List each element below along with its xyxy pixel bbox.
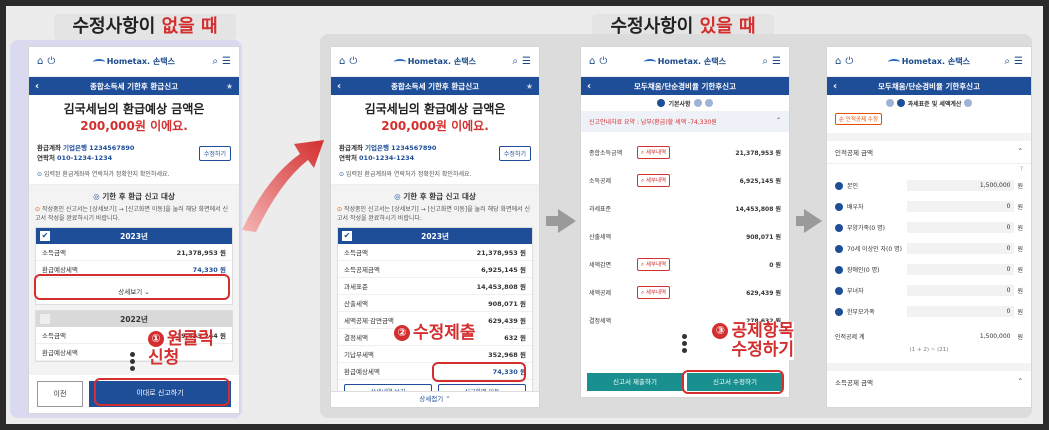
power-icon[interactable]: ⏻	[47, 56, 55, 67]
highlight-detail	[34, 274, 230, 300]
checkbox[interactable]	[40, 314, 50, 324]
top-bar: ⌂ ⏻ Hometax. 손택스 ⌕ ☰	[331, 47, 539, 77]
home-icon[interactable]: ⌂	[835, 56, 841, 67]
home-icon[interactable]: ⌂	[589, 56, 595, 67]
detail-tag[interactable]: ⌕ 세부내역	[637, 285, 671, 299]
power-icon[interactable]: ⏻	[349, 56, 357, 67]
refund-amount: 200,000원 이에요.	[80, 119, 188, 133]
phone-label: 연락처	[37, 154, 55, 162]
ellipsis-1	[130, 350, 136, 373]
personal-deduction-edit-tag[interactable]: 순 인적공제 수정	[835, 113, 882, 125]
red-arrow	[242, 140, 324, 232]
power-icon[interactable]: ⏻	[845, 56, 853, 67]
refund-summary: 김국세님의 환급예상 금액은 200,000원 이에요.	[29, 95, 239, 139]
deduction-rows: 본인 1,500,000 원 배우자 0 원 부양가족(0 명) 0 원 70세 이상인 자…	[835, 180, 1023, 353]
search-icon[interactable]: ⌕	[512, 56, 518, 67]
account-value: 기업은행 1234567890	[63, 144, 135, 152]
annotation-edit-submit: ② 수정제출	[394, 324, 504, 343]
nav-bar: ‹ 종합소득세 기한후 환급신고 ★	[331, 77, 539, 95]
annotation-deduction-edit: ③ 공제항목 수정하기	[698, 322, 794, 360]
search-icon[interactable]: ⌕	[212, 56, 218, 67]
account-info: 환급계좌 기업은행 1234567890 연락처 010-1234-1234 수…	[29, 139, 239, 167]
menu-icon[interactable]: ☰	[1014, 56, 1023, 67]
stage: 수정사항이 없을 때 수정사항이 있을 때 ⌂ ⏻ Hometax. 손택스 ⌕ ☰…	[6, 6, 1043, 424]
personal-deduction-header[interactable]: 인적공제 금액 ⌃	[827, 141, 1031, 164]
nav-bar: ‹ 종합소득세 기한후 환급신고 ★	[29, 77, 239, 95]
help-icon[interactable]: ?	[827, 164, 1031, 175]
power-icon[interactable]: ⏻	[599, 56, 607, 67]
tax-rows: 종합소득금액 ⌕ 세부내역 21,378,953 원 소득공제 ⌕ 세부내역 6,925…	[581, 132, 789, 340]
account-info: 환급계좌 기업은행 1234567890 연락처 010-1234-1234 수…	[331, 139, 539, 167]
summary-bar[interactable]: 신고안내자료 요약 : 납부(환급)할 세액 -74,330원 ⌃	[581, 111, 789, 132]
arrow-head	[804, 209, 822, 233]
detail-tag[interactable]: ⌕ 세부내역	[637, 145, 671, 159]
back-icon[interactable]: ‹	[35, 81, 39, 92]
notice: ⊙ 입력된 환급계좌와 연락처가 정확한지 확인하세요.	[331, 167, 539, 185]
detail-tag[interactable]: ⌕ 세부내역	[637, 257, 671, 271]
back-icon[interactable]: ‹	[833, 81, 837, 92]
section-heading: 기한 후 환급 신고 대상	[102, 192, 175, 201]
phone-screen-2: ⌂ ⏻ Hometax. 손택스 ⌕ ☰ ‹ 종합소득세 기한후 환급신고 ★ 김국…	[330, 46, 540, 408]
fold-toggle[interactable]: 상세접기 ⌃	[331, 391, 539, 407]
submit-return-button[interactable]: 신고서 제출하기	[587, 373, 683, 391]
home-icon[interactable]: ⌂	[37, 56, 43, 67]
back-icon[interactable]: ‹	[337, 81, 341, 92]
step-indicator: 과세표준 및 세액계산	[827, 95, 1031, 111]
hometax-logo: Hometax. 손택스	[92, 56, 175, 67]
account-label: 환급계좌	[37, 144, 61, 152]
home-icon[interactable]: ⌂	[339, 56, 345, 67]
edit-button[interactable]: 수정하기	[498, 145, 531, 161]
prev-button[interactable]: 이전	[37, 381, 83, 407]
notice: ⊙ 입력된 환급계좌와 연락처가 정확한지 확인하세요.	[29, 167, 239, 185]
back-icon[interactable]: ‹	[587, 81, 591, 92]
step-indicator: 기본사항	[581, 95, 789, 111]
page-title: 종합소득세 기한후 환급신고	[89, 81, 179, 91]
phone-value: 010-1234-1234	[57, 154, 113, 162]
highlight-submit	[94, 378, 230, 406]
arrow-head	[558, 209, 576, 233]
hometax-logo: Hometax. 손택스	[393, 56, 476, 67]
nav-bar: ‹ 모두채움/단순경비율 기한후신고	[827, 77, 1031, 95]
hometax-logo: Hometax. 손택스	[887, 56, 970, 67]
top-bar: ⌂ ⏻ Hometax. 손택스 ⌕ ☰	[581, 47, 789, 77]
checkbox[interactable]: ✔	[342, 231, 352, 241]
checkbox[interactable]: ✔	[40, 231, 50, 241]
formula-note: (1 + 2) ~ (21)	[909, 347, 949, 353]
nav-bar: ‹ 모두채움/단순경비율 기한후신고	[581, 77, 789, 95]
search-icon[interactable]: ⌕	[762, 56, 768, 67]
refund-summary: 김국세님의 환급예상 금액은 200,000원 이에요.	[364, 102, 506, 133]
phone-screen-4: ⌂ ⏻ Hometax. 손택스 ⌕ ☰ ‹ 모두채움/단순경비율 기한후신고 과세…	[826, 46, 1032, 408]
detail-tag[interactable]: ⌕ 세부내역	[637, 173, 671, 187]
search-icon[interactable]: ⌕	[1004, 56, 1010, 67]
annotation-one-click: ① 원클릭 신청	[148, 329, 214, 368]
highlight-edit-return	[682, 370, 784, 394]
edit-button[interactable]: 수정하기	[198, 145, 231, 161]
section-title-no-changes: 수정사항이 없을 때	[54, 14, 236, 40]
hometax-logo: Hometax. 손택스	[643, 56, 726, 67]
highlight-move	[432, 362, 526, 382]
ellipsis-3	[682, 332, 688, 355]
menu-icon[interactable]: ☰	[772, 56, 781, 67]
star-icon[interactable]: ★	[226, 82, 233, 91]
menu-icon[interactable]: ☰	[522, 56, 531, 67]
star-icon[interactable]: ★	[526, 82, 533, 91]
income-deduction-header[interactable]: 소득공제 금액 ⌃	[827, 371, 1031, 393]
top-bar: ⌂ ⏻ Hometax. 손택스 ⌕ ☰	[827, 47, 1031, 77]
refund-heading: 김국세님의 환급예상 금액은	[63, 102, 205, 116]
section-desc: ⊙ 작성중인 신고서는 [상세보기] → [신고화면 이동]을 눌러 해당 화면…	[35, 206, 229, 222]
menu-icon[interactable]: ☰	[222, 56, 231, 67]
top-bar: ⌂ ⏻ Hometax. 손택스 ⌕ ☰	[29, 47, 239, 77]
